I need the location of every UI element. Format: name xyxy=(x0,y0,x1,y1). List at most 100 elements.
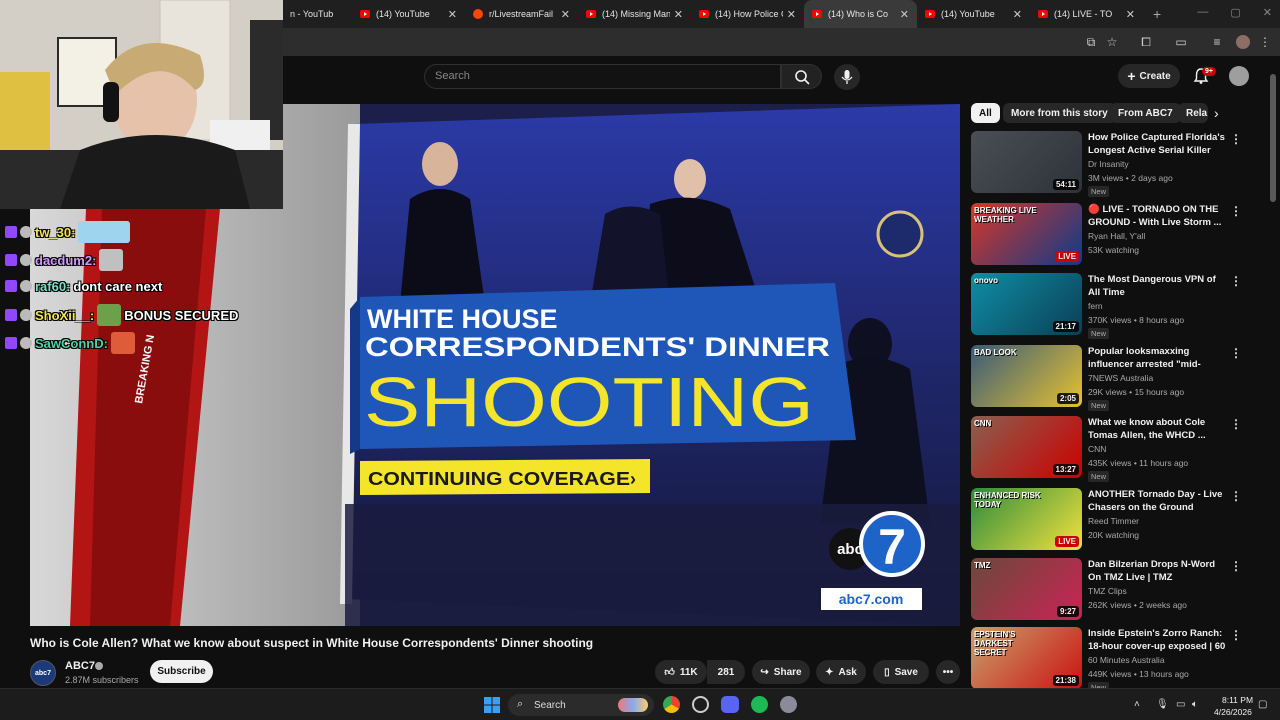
notifications-icon[interactable]: ▢ xyxy=(1258,699,1267,710)
more-menu-icon[interactable]: ⋮ xyxy=(1258,35,1272,49)
network-icon[interactable]: ▭ xyxy=(1176,699,1185,710)
subscribe-button[interactable]: Subscribe xyxy=(150,660,213,683)
video-thumbnail[interactable]: onovo 21:17 xyxy=(971,273,1082,335)
chevron-up-icon[interactable]: ˄ xyxy=(1134,699,1140,710)
more-vertical-icon[interactable]: ⋮ xyxy=(1230,490,1242,502)
share-button[interactable]: ↪ Share xyxy=(752,660,810,684)
recommended-video[interactable]: BREAKING LIVE WEATHER LIVE 🔴 LIVE - TORNAD… xyxy=(971,203,1261,269)
more-vertical-icon[interactable]: ⋮ xyxy=(1230,418,1242,430)
browser-tab-active[interactable]: (14) Who is Co ✕ xyxy=(804,0,917,28)
recommended-video-title[interactable]: Dan Bilzerian Drops N-Word On TMZ Live |… xyxy=(1088,558,1228,584)
close-window-icon[interactable]: ✕ xyxy=(1263,6,1272,19)
recommended-video-title[interactable]: The Most Dangerous VPN of All Time xyxy=(1088,273,1228,299)
recommended-video[interactable]: 54:11 How Police Captured Florida's Longe… xyxy=(971,131,1261,197)
voice-search-button[interactable] xyxy=(834,64,860,90)
recommended-video-channel[interactable]: Ryan Hall, Y'all xyxy=(1088,231,1145,241)
like-button[interactable]: 👍︎ 11K xyxy=(655,660,707,684)
recommended-video-title[interactable]: 🔴 LIVE - TORNADO ON THE GROUND - With Li… xyxy=(1088,203,1228,229)
recommended-video-channel[interactable]: 60 Minutes Australia xyxy=(1088,655,1165,665)
chat-username[interactable]: tw_30: xyxy=(35,225,75,240)
video-thumbnail[interactable]: EPSTEIN'S DARKEST SECRET 21:38 xyxy=(971,627,1082,689)
chat-username[interactable]: SawConnD: xyxy=(35,336,108,351)
save-button[interactable]: ▯ Save xyxy=(873,660,929,684)
chat-username[interactable]: ShoXii__: xyxy=(35,308,94,323)
account-avatar[interactable] xyxy=(1229,66,1249,86)
close-icon[interactable]: ✕ xyxy=(561,8,570,21)
recommended-video-title[interactable]: ANOTHER Tornado Day - Live Chasers on th… xyxy=(1088,488,1228,514)
microphone-icon[interactable]: 🎙︎ xyxy=(1156,699,1169,710)
new-tab-button[interactable]: + xyxy=(1143,6,1171,22)
chrome-icon[interactable] xyxy=(663,696,680,713)
chat-username[interactable]: raf60: xyxy=(35,279,70,294)
close-icon[interactable]: ✕ xyxy=(1013,8,1022,21)
recommended-video[interactable]: TMZ 9:27 Dan Bilzerian Drops N-Word On TMZ… xyxy=(971,558,1261,624)
video-thumbnail[interactable]: BREAKING LIVE WEATHER LIVE xyxy=(971,203,1082,265)
media-control-icon[interactable]: ≡ xyxy=(1210,35,1224,49)
create-button[interactable]: + Create xyxy=(1118,64,1180,88)
recommended-video-channel[interactable]: Dr Insanity xyxy=(1088,159,1129,169)
more-vertical-icon[interactable]: ⋮ xyxy=(1230,133,1242,145)
close-icon[interactable]: ✕ xyxy=(1126,8,1135,21)
recommended-video-title[interactable]: How Police Captured Florida's Longest Ac… xyxy=(1088,131,1228,157)
ask-button[interactable]: ✦ Ask xyxy=(816,660,866,684)
extensions-icon[interactable]: ⧠ xyxy=(1139,35,1153,49)
install-app-icon[interactable]: ⧉ xyxy=(1084,35,1098,49)
chip-all[interactable]: All xyxy=(971,103,1000,123)
chip-more-from-story[interactable]: More from this story xyxy=(1003,103,1116,123)
close-icon[interactable]: ✕ xyxy=(787,8,796,21)
chip-related[interactable]: Rela xyxy=(1178,103,1208,123)
browser-tab[interactable]: (14) YouTube ✕ xyxy=(917,0,1030,28)
clock-time[interactable]: 8:11 PM xyxy=(1222,695,1253,705)
taskbar-search[interactable]: ⌕ Search xyxy=(508,694,654,716)
more-vertical-icon[interactable]: ⋮ xyxy=(1230,560,1242,572)
recommended-video-title[interactable]: Popular looksmaxxing influencer arrested… xyxy=(1088,345,1228,371)
chip-from-abc7[interactable]: From ABC7 xyxy=(1110,103,1181,123)
clock-date[interactable]: 4/26/2026 xyxy=(1214,707,1252,717)
windows-start-icon[interactable] xyxy=(484,697,500,713)
more-actions-button[interactable]: ••• xyxy=(936,660,960,684)
settings-gear-icon[interactable] xyxy=(780,696,797,713)
channel-avatar[interactable]: abc7 xyxy=(30,660,56,686)
obs-icon[interactable] xyxy=(692,696,709,713)
close-icon[interactable]: ✕ xyxy=(448,8,457,21)
bookmark-star-icon[interactable]: ☆ xyxy=(1105,35,1119,49)
search-button[interactable] xyxy=(781,64,822,89)
recommended-video[interactable]: CNN 13:27 What we know about Cole Tomas Al… xyxy=(971,416,1261,482)
recommended-video[interactable]: BAD LOOK 2:05 Popular looksmaxxing influen… xyxy=(971,345,1261,411)
recommended-video-title[interactable]: What we know about Cole Tomas Allen, the… xyxy=(1088,416,1228,442)
more-vertical-icon[interactable]: ⋮ xyxy=(1230,629,1242,641)
browser-tab[interactable]: (14) YouTube ✕ xyxy=(352,0,465,28)
more-vertical-icon[interactable]: ⋮ xyxy=(1230,205,1242,217)
maximize-icon[interactable]: ▢ xyxy=(1230,6,1240,19)
close-icon[interactable]: ✕ xyxy=(900,8,909,21)
channel-name[interactable]: ABC7 xyxy=(65,660,95,672)
recommended-video-channel[interactable]: TMZ Clips xyxy=(1088,586,1127,596)
recommended-video[interactable]: onovo 21:17 The Most Dangerous VPN of All … xyxy=(971,273,1261,339)
split-view-icon[interactable]: ▭ xyxy=(1174,35,1188,49)
browser-tab[interactable]: (14) LIVE - TO ✕ xyxy=(1030,0,1143,28)
minimize-icon[interactable]: — xyxy=(1197,6,1208,19)
more-vertical-icon[interactable]: ⋮ xyxy=(1230,347,1242,359)
video-thumbnail[interactable]: 54:11 xyxy=(971,131,1082,193)
recommended-video-channel[interactable]: 7NEWS Australia xyxy=(1088,373,1153,383)
chevron-right-icon[interactable]: › xyxy=(1214,105,1219,121)
more-vertical-icon[interactable]: ⋮ xyxy=(1230,275,1242,287)
recommended-video-channel[interactable]: fern xyxy=(1088,301,1103,311)
video-thumbnail[interactable]: ENHANCED RISK TODAY LIVE xyxy=(971,488,1082,550)
close-icon[interactable]: ✕ xyxy=(674,8,683,21)
video-thumbnail[interactable]: BAD LOOK 2:05 xyxy=(971,345,1082,407)
discord-icon[interactable] xyxy=(721,696,739,713)
recommended-video-channel[interactable]: Reed Timmer xyxy=(1088,516,1139,526)
browser-tab[interactable]: (14) Missing Man ✕ xyxy=(578,0,691,28)
recommended-video-channel[interactable]: CNN xyxy=(1088,444,1106,454)
dislike-button[interactable]: 281 xyxy=(707,660,745,684)
video-thumbnail[interactable]: CNN 13:27 xyxy=(971,416,1082,478)
volume-icon[interactable]: 🔈︎ xyxy=(1192,699,1198,710)
spotify-icon[interactable] xyxy=(751,696,768,713)
browser-tab[interactable]: r/LivestreamFail ✕ xyxy=(465,0,578,28)
recommended-video[interactable]: ENHANCED RISK TODAY LIVE ANOTHER Tornado D… xyxy=(971,488,1261,554)
browser-tab[interactable]: (14) How Police C ✕ xyxy=(691,0,804,28)
profile-avatar-icon[interactable] xyxy=(1236,35,1250,49)
chat-username[interactable]: dacdum2: xyxy=(35,253,96,268)
video-thumbnail[interactable]: TMZ 9:27 xyxy=(971,558,1082,620)
